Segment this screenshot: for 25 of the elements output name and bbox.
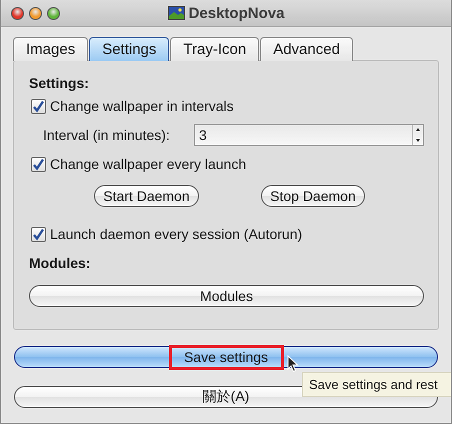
section-heading: Modules: [29, 255, 92, 271]
checkbox[interactable] [31, 98, 46, 114]
interval-spinbox[interactable]: 3 [194, 124, 424, 146]
checkbox[interactable] [31, 156, 46, 172]
field-label: Interval (in minutes): [43, 127, 171, 143]
minimize-button[interactable] [29, 6, 42, 20]
maximize-button[interactable] [47, 6, 60, 20]
tab[interactable]: Tray-Icon [170, 37, 260, 61]
landscape-icon [168, 6, 185, 20]
close-button[interactable] [11, 6, 24, 20]
daemon-button[interactable]: Start Daemon [94, 185, 199, 207]
tab[interactable]: Settings [89, 37, 170, 61]
tooltip: Save settings and rest [302, 372, 451, 397]
window-title: DesktopNova [188, 4, 284, 22]
checkbox[interactable] [31, 226, 46, 242]
save-settings-button[interactable]: Save settings [14, 346, 438, 368]
daemon-button[interactable]: Stop Daemon [261, 185, 365, 207]
tab[interactable]: Images [13, 37, 88, 61]
section-heading: Settings: [29, 75, 90, 91]
checkbox-label: Change wallpaper every launch [50, 156, 246, 172]
mouse-pointer-icon [287, 355, 299, 373]
modules-button[interactable]: Modules [29, 285, 424, 307]
checkbox-label: Change wallpaper in intervals [50, 98, 234, 114]
tab[interactable]: Advanced [260, 37, 353, 61]
checkbox-label: Launch daemon every session (Autorun) [50, 226, 302, 242]
